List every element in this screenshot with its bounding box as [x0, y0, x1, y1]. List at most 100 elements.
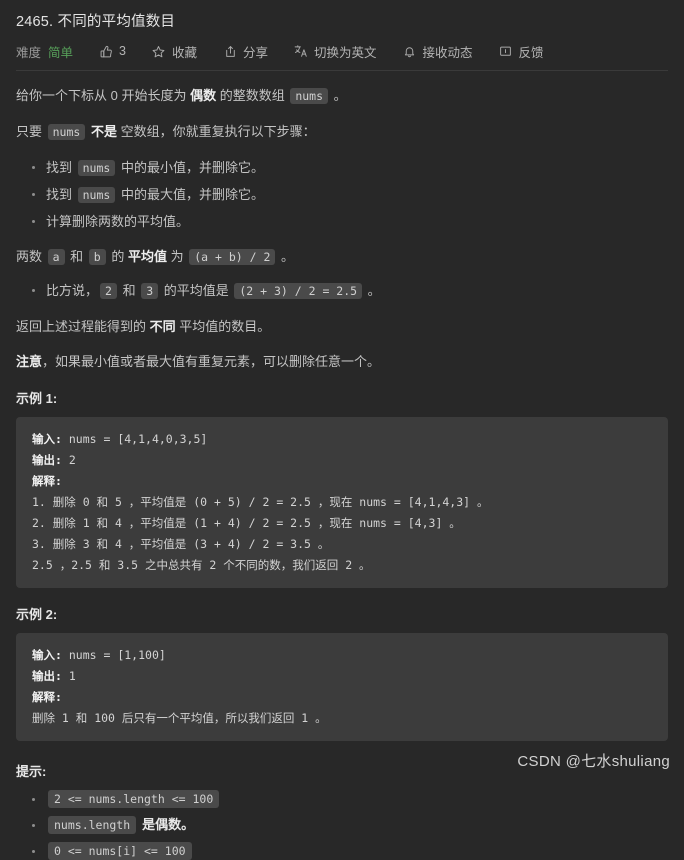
note-text: ，如果最小值或者最大值有重复元素，可以删除任意一个。: [42, 354, 380, 369]
desc-p4-text-b: 平均值的数目。: [176, 319, 271, 334]
example-1-explain-line: 1. 删除 0 和 5 ，平均值是 (0 + 5) / 2 = 2.5 ，现在 …: [32, 495, 488, 509]
list-item: 找到 nums 中的最大值，并删除它。: [46, 184, 668, 206]
note-strong: 注意: [16, 354, 42, 369]
example-1-explain-label: 解释:: [32, 474, 62, 488]
step-text-a: 计算删除两数的平均值。: [46, 214, 189, 229]
leetcode-problem-page: 2465. 不同的平均值数目 难度 简单 3: [0, 0, 684, 787]
example-1-explain-line: 2.5 ，2.5 和 3.5 之中总共有 2 个不同的数，我们返回 2 。: [32, 558, 371, 572]
like-button[interactable]: 3: [99, 44, 126, 58]
description-paragraph-4: 返回上述过程能得到的 不同 平均值的数目。: [16, 316, 668, 337]
problem-meta-bar: 难度 简单 3 收藏: [16, 40, 668, 62]
hint-code-length-range: 2 <= nums.length <= 100: [48, 790, 219, 808]
example-2-block: 输入: nums = [1,100] 输出: 1 解释: 删除 1 和 100 …: [16, 633, 668, 741]
list-item: 比方说，2 和 3 的平均值是 (2 + 3) / 2 = 2.5 。: [46, 280, 668, 302]
example-1-block: 输入: nums = [4,1,4,0,3,5] 输出: 2 解释: 1. 删除…: [16, 417, 668, 588]
desc-p4-strong: 不同: [150, 319, 176, 334]
bell-icon: [403, 44, 417, 58]
list-item: 2 <= nums.length <= 100: [46, 790, 668, 808]
desc-p1-text-b: 的整数数组: [216, 88, 288, 103]
share-icon: [223, 44, 237, 58]
inline-code-b: b: [89, 249, 106, 265]
inline-code-2: 2: [100, 283, 117, 299]
list-item: 0 <= nums[i] <= 100: [46, 842, 668, 860]
inline-code-3: 3: [141, 283, 158, 299]
desc-p2-strong: 不是: [91, 124, 117, 139]
example-1-input-value: nums = [4,1,4,0,3,5]: [62, 432, 207, 446]
avg-ex-text-d: 。: [364, 283, 381, 298]
desc-p1-text-a: 给你一个下标从 0 开始长度为: [16, 88, 190, 103]
favorite-label: 收藏: [172, 42, 197, 61]
page-title: 2465. 不同的平均值数目: [16, 12, 668, 32]
inline-code-nums: nums: [48, 124, 86, 140]
example-1-input-label: 输入:: [32, 432, 62, 446]
star-icon: [152, 44, 166, 58]
step-text-b: 中的最大值，并删除它。: [117, 187, 264, 202]
difficulty-value: 简单: [48, 42, 73, 61]
translate-icon: [294, 44, 308, 58]
difficulty-label: 难度: [16, 42, 41, 61]
example-1-output-label: 输出:: [32, 453, 62, 467]
description-paragraph-1: 给你一个下标从 0 开始长度为 偶数 的整数数组 nums 。: [16, 85, 668, 107]
share-label: 分享: [243, 42, 268, 61]
list-item: 找到 nums 中的最小值，并删除它。: [46, 157, 668, 179]
subscribe-label: 接收动态: [423, 42, 473, 61]
description-note: 注意，如果最小值或者最大值有重复元素，可以删除任意一个。: [16, 351, 668, 372]
feedback-button[interactable]: 反馈: [499, 42, 544, 61]
avg-ex-text-c: 的平均值是: [160, 283, 232, 298]
desc-p2-text-c: 空数组，你就重复执行以下步骤：: [117, 124, 316, 139]
thumbs-up-icon: [99, 44, 113, 58]
example-2-input-label: 输入:: [32, 648, 62, 662]
example-1-explain-line: 2. 删除 1 和 4 ，平均值是 (1 + 4) / 2 = 2.5 ，现在 …: [32, 516, 461, 530]
hint-note-even: 是偶数。: [142, 817, 194, 832]
example-2-output-value: 1: [62, 669, 76, 683]
desc-p3-text-e: 。: [277, 249, 294, 264]
feedback-label: 反馈: [519, 42, 544, 61]
desc-p3-text-b: 和: [67, 249, 87, 264]
inline-code-average-formula: (a + b) / 2: [189, 249, 275, 265]
inline-code-avg-result: (2 + 3) / 2 = 2.5: [234, 283, 362, 299]
example-1-heading: 示例 1:: [0, 388, 684, 407]
step-text-a: 找到: [46, 187, 76, 202]
inline-code-nums: nums: [78, 187, 116, 203]
list-item: 计算删除两数的平均值。: [46, 211, 668, 232]
desc-p3-strong: 平均值: [128, 249, 167, 264]
hint-code-nums-length: nums.length: [48, 816, 136, 834]
translate-label: 切换为英文: [314, 42, 377, 61]
hints-list: 2 <= nums.length <= 100 nums.length是偶数。 …: [0, 790, 684, 860]
problem-description: 给你一个下标从 0 开始长度为 偶数 的整数数组 nums 。 只要 nums …: [0, 71, 684, 372]
csdn-watermark: CSDN @七水shuliang: [517, 750, 670, 771]
step-text-b: 中的最小值，并删除它。: [117, 160, 264, 175]
like-count: 3: [119, 44, 126, 58]
desc-p4-text-a: 返回上述过程能得到的: [16, 319, 150, 334]
feedback-icon: [499, 44, 513, 58]
desc-p1-text-c: 。: [330, 88, 347, 103]
example-2-input-value: nums = [1,100]: [62, 648, 166, 662]
example-2-explain-line: 删除 1 和 100 后只有一个平均值，所以我们返回 1 。: [32, 711, 327, 725]
avg-ex-text-a: 比方说，: [46, 283, 98, 298]
avg-ex-text-b: 和: [119, 283, 139, 298]
example-1-output-value: 2: [62, 453, 76, 467]
example-2-explain-label: 解释:: [32, 690, 62, 704]
inline-code-a: a: [48, 249, 65, 265]
description-paragraph-2: 只要 nums 不是 空数组，你就重复执行以下步骤：: [16, 121, 668, 143]
problem-header: 2465. 不同的平均值数目 难度 简单 3: [0, 0, 684, 62]
translate-button[interactable]: 切换为英文: [294, 42, 377, 61]
favorite-button[interactable]: 收藏: [152, 42, 197, 61]
desc-p2-text-a: 只要: [16, 124, 46, 139]
hint-code-value-range: 0 <= nums[i] <= 100: [48, 842, 192, 860]
example-2-heading: 示例 2:: [0, 604, 684, 623]
subscribe-button[interactable]: 接收动态: [403, 42, 473, 61]
desc-p3-text-a: 两数: [16, 249, 46, 264]
average-example-list: 比方说，2 和 3 的平均值是 (2 + 3) / 2 = 2.5 。: [16, 280, 668, 302]
steps-list: 找到 nums 中的最小值，并删除它。 找到 nums 中的最大值，并删除它。 …: [16, 157, 668, 232]
share-button[interactable]: 分享: [223, 42, 268, 61]
example-2-output-label: 输出:: [32, 669, 62, 683]
difficulty-group: 难度 简单: [16, 42, 73, 61]
desc-p3-text-c: 的: [108, 249, 128, 264]
description-paragraph-3: 两数 a 和 b 的 平均值 为 (a + b) / 2 。: [16, 246, 668, 268]
desc-p3-text-d: 为: [167, 249, 187, 264]
step-text-a: 找到: [46, 160, 76, 175]
example-1-explain-line: 3. 删除 3 和 4 ，平均值是 (3 + 4) / 2 = 3.5 。: [32, 537, 329, 551]
list-item: nums.length 是偶数。: [46, 816, 668, 834]
inline-code-nums: nums: [290, 88, 328, 104]
